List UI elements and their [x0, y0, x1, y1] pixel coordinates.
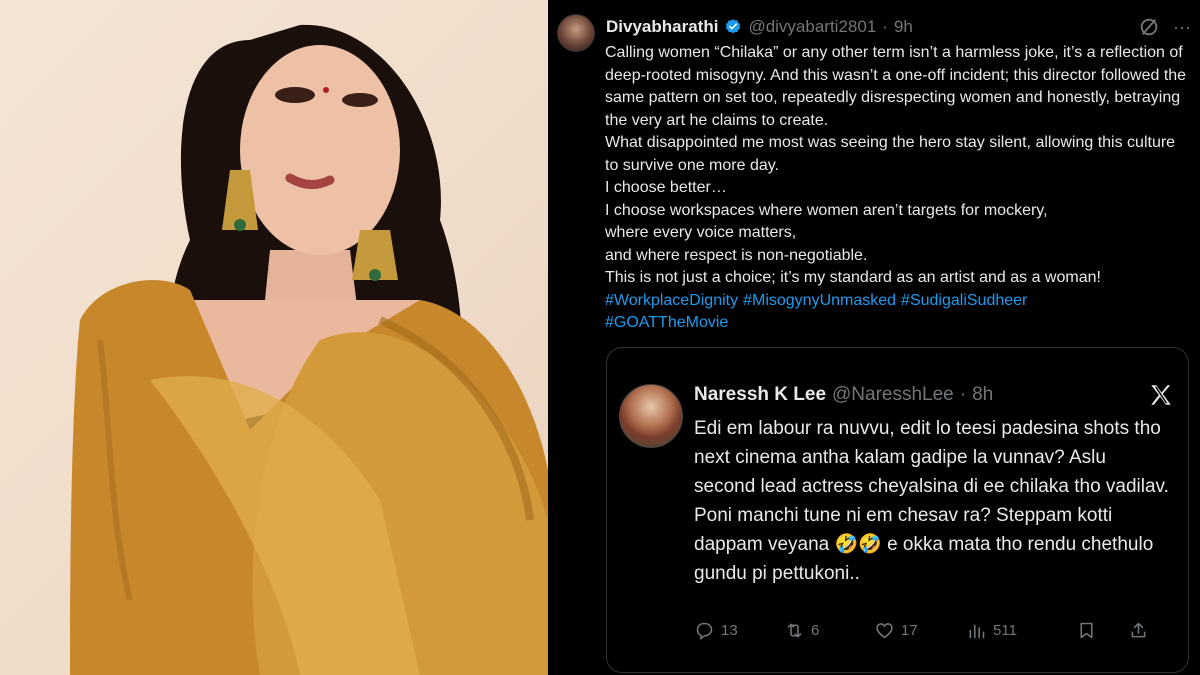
- separator: ·: [959, 384, 967, 405]
- tweet-line-3: I choose better…: [605, 179, 727, 196]
- verified-badge-icon: [726, 19, 741, 34]
- author-handle[interactable]: @divyabarti2801: [748, 17, 876, 37]
- quoted-author-handle[interactable]: @NaresshLee: [832, 384, 954, 406]
- x-logo-icon: [1151, 385, 1171, 405]
- grok-icon[interactable]: [1138, 16, 1160, 38]
- bookmark-icon: [1080, 622, 1093, 638]
- repost-count: 6: [811, 621, 820, 639]
- views-icon: [969, 623, 985, 638]
- hashtag-link[interactable]: #MisogynyUnmasked: [743, 292, 896, 309]
- woman-in-saree-image: [70, 24, 548, 675]
- hashtag-link[interactable]: #SudigaliSudheer: [901, 292, 1027, 309]
- quoted-timestamp[interactable]: 8h: [972, 384, 993, 406]
- avatar[interactable]: [557, 14, 595, 52]
- tweet-paragraph-1: Calling women “Chilaka” or any other ter…: [605, 44, 1187, 129]
- view-count: 511: [993, 621, 1017, 639]
- tweet-line-5: where every voice matters,: [605, 224, 797, 241]
- hashtag-link[interactable]: #GOATTheMovie: [605, 314, 728, 331]
- more-icon[interactable]: ···: [1170, 16, 1194, 38]
- quoted-header: Naressh K Lee @NaresshLee · 8h: [694, 384, 993, 406]
- like-count: 17: [901, 621, 918, 639]
- hashtags: #WorkplaceDignity #MisogynyUnmasked #Sudig…: [605, 290, 1190, 335]
- views-button[interactable]: 511: [966, 620, 1076, 641]
- like-button[interactable]: 17: [874, 620, 966, 641]
- tweet-header: Divyabharathi @divyabarti2801 · 9h: [606, 15, 913, 39]
- share-button[interactable]: [1128, 620, 1158, 641]
- bookmark-button[interactable]: [1076, 620, 1128, 641]
- tweet-paragraph-2: What disappointed me most was seeing the…: [605, 134, 1176, 174]
- quoted-author-name[interactable]: Naressh K Lee: [694, 384, 826, 406]
- quoted-avatar[interactable]: [619, 384, 683, 448]
- tweet-card[interactable]: Divyabharathi @divyabarti2801 · 9h ··· C…: [548, 0, 1200, 675]
- heart-icon: [876, 622, 893, 638]
- tweet-line-4: I choose workspaces where women aren’t t…: [605, 201, 1048, 219]
- reply-button[interactable]: 13: [694, 620, 784, 641]
- separator: ·: [882, 17, 888, 36]
- action-bar: 13 6 17 511: [694, 616, 1174, 644]
- profile-photo: [0, 0, 548, 675]
- timestamp[interactable]: 9h: [894, 17, 913, 37]
- quoted-text: Edi em labour ra nuvvu, edit lo teesi pa…: [694, 418, 1169, 584]
- author-name[interactable]: Divyabharathi: [606, 17, 718, 37]
- repost-button[interactable]: 6: [784, 620, 874, 641]
- tweet-text: Calling women “Chilaka” or any other ter…: [605, 42, 1190, 335]
- hashtag-link[interactable]: #WorkplaceDignity: [605, 292, 738, 309]
- reply-count: 13: [721, 621, 738, 639]
- quoted-tweet[interactable]: Naressh K Lee @NaresshLee · 8h Edi em la…: [606, 347, 1189, 673]
- repost-icon: [787, 623, 802, 637]
- share-icon: [1131, 622, 1146, 637]
- tweet-line-7: This is not just a choice; it’s my stand…: [605, 269, 1101, 286]
- reply-icon: [696, 622, 713, 640]
- tweet-line-6: and where respect is non-negotiable.: [605, 246, 868, 264]
